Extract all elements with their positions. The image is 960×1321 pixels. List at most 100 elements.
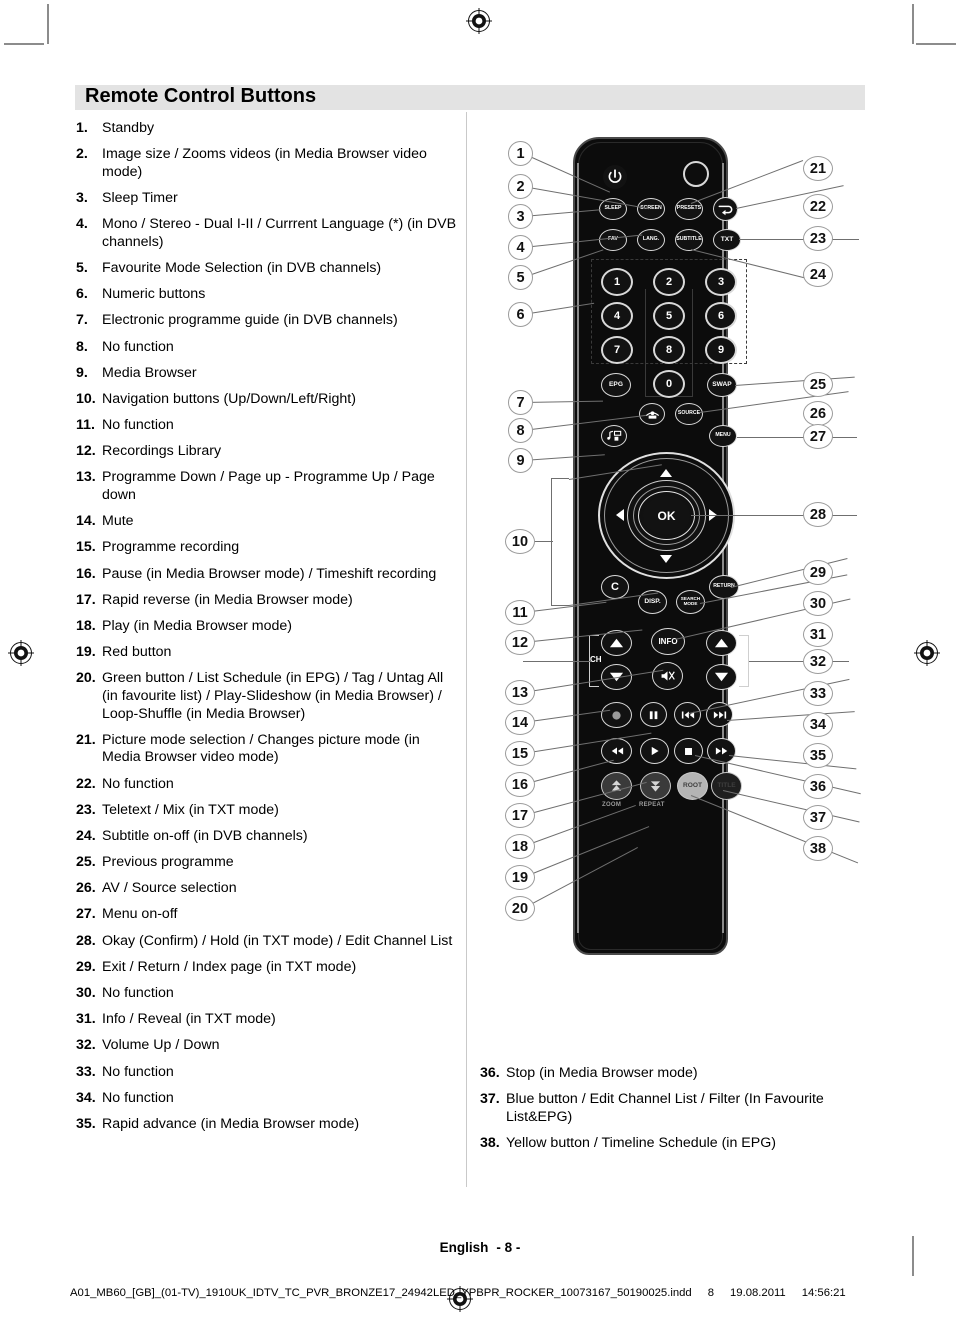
list-item-number: 35. — [76, 1115, 96, 1132]
key-play[interactable] — [640, 738, 669, 764]
list-item-number: 31. — [76, 1011, 96, 1028]
key-ok[interactable]: OK — [643, 496, 690, 535]
key-number-9[interactable]: 9 — [705, 336, 737, 364]
callout-1: 1 — [508, 141, 533, 166]
media-browser-icon — [606, 430, 621, 441]
key-number-8[interactable]: 8 — [653, 336, 685, 364]
list-item: 11. No function — [76, 417, 461, 435]
key-blue-title[interactable]: TITLE — [711, 772, 742, 800]
key-pause[interactable] — [640, 702, 667, 727]
key-previous-programme-top[interactable] — [713, 197, 738, 221]
callout-33: 33 — [803, 681, 833, 706]
key-number-7[interactable]: 7 — [601, 336, 633, 364]
key-number-4[interactable]: 4 — [601, 302, 633, 330]
key-rewind[interactable] — [601, 738, 632, 764]
nav-up-arrow-icon[interactable] — [660, 469, 672, 477]
list-item-number: 10. — [76, 390, 96, 407]
remote-control-diagram: SLEEP SCREEN PRESETS FAV LANG. SUBTITLE … — [495, 125, 895, 965]
volume-label: V — [741, 655, 747, 664]
list-item-text: Electronic programme guide (in DVB chann… — [102, 312, 398, 329]
key-volume-up[interactable] — [706, 630, 737, 656]
callout-38: 38 — [803, 836, 833, 861]
stop-icon — [685, 747, 692, 755]
key-number-0[interactable]: 0 — [653, 370, 685, 398]
list-item-number: 3. — [76, 189, 88, 206]
list-item: 6. Numeric buttons — [76, 286, 461, 304]
list-item-text: No function — [102, 775, 174, 792]
list-item-text: Pause (in Media Browser mode) / Timeshif… — [102, 565, 437, 582]
list-item-number: 33. — [76, 1063, 96, 1080]
key-number-2[interactable]: 2 — [653, 268, 685, 296]
list-item-number: 22. — [76, 775, 96, 792]
pause-icon — [649, 710, 658, 719]
key-favourite[interactable]: FAV — [599, 229, 627, 251]
list-item: 18. Play (in Media Browser mode) — [76, 618, 461, 636]
list-item-number: 37. — [480, 1091, 500, 1108]
list-item-text: No function — [102, 338, 174, 355]
key-mute[interactable] — [652, 662, 683, 690]
imprint-filename: A01_MB60_[GB]_(01-TV)_1910UK_IDTV_TC_PVR… — [70, 1287, 692, 1299]
key-power[interactable] — [603, 165, 627, 189]
key-media-browser[interactable] — [601, 425, 627, 447]
list-item-text: Yellow button / Timeline Schedule (in EP… — [506, 1134, 776, 1151]
callout-32: 32 — [803, 649, 833, 674]
list-item: 35. Rapid advance (in Media Browser mode) — [76, 1116, 461, 1134]
key-swap[interactable]: SWAP — [707, 373, 737, 397]
callout-18: 18 — [505, 834, 535, 859]
nav-left-arrow-icon[interactable] — [616, 509, 624, 521]
key-menu[interactable]: MENU — [709, 425, 737, 447]
list-item-number: 18. — [76, 617, 96, 634]
key-subtitle[interactable]: SUBTITLE — [675, 229, 703, 251]
rewind-icon — [611, 747, 623, 755]
list-item-number: 14. — [76, 513, 96, 530]
key-clear[interactable]: C — [601, 575, 629, 599]
callout-28: 28 — [803, 502, 833, 527]
list-item-number: 26. — [76, 880, 96, 897]
callout-16: 16 — [505, 772, 535, 797]
key-label: ROOT — [682, 781, 703, 789]
key-source[interactable]: SOURCE — [675, 403, 703, 425]
key-number-6[interactable]: 6 — [705, 302, 737, 330]
key-label: SOURCE — [677, 410, 701, 417]
key-record[interactable] — [601, 702, 632, 728]
key-screen[interactable]: SCREEN — [637, 198, 665, 220]
key-teletext[interactable]: TXT — [713, 229, 741, 251]
callout-37: 37 — [803, 805, 833, 830]
double-arrow-down-icon — [650, 781, 661, 792]
key-recordings-library[interactable] — [639, 403, 665, 425]
key-label: EPG — [609, 380, 623, 388]
list-item-number: 15. — [76, 539, 96, 556]
list-item-text: No function — [102, 985, 174, 1001]
key-label: 7 — [613, 343, 621, 356]
list-item-number: 1. — [76, 120, 88, 136]
list-item-number: 6. — [76, 286, 88, 303]
page-title: Remote Control Buttons — [85, 85, 317, 107]
list-item: 21. Picture mode selection / Changes pict… — [76, 732, 461, 767]
ir-window — [683, 161, 709, 187]
key-number-1[interactable]: 1 — [601, 268, 633, 296]
triangle-down-icon — [714, 672, 729, 682]
leader-line — [749, 661, 849, 663]
list-item: 5. Favourite Mode Selection (in DVB chann… — [76, 260, 461, 278]
list-item-number: 21. — [76, 731, 96, 748]
zoom-caption: ZOOM — [602, 802, 622, 808]
list-item: 7. Electronic programme guide (in DVB cha… — [76, 312, 461, 330]
key-epg[interactable]: EPG — [601, 373, 631, 397]
key-number-5[interactable]: 5 — [653, 302, 685, 330]
key-stop[interactable] — [674, 738, 703, 764]
list-item-number: 4. — [76, 216, 88, 233]
key-number-3[interactable]: 3 — [705, 268, 737, 296]
key-green-repeat[interactable] — [640, 772, 671, 800]
key-rapid-reverse-skip[interactable] — [674, 702, 701, 727]
recordings-library-icon — [645, 411, 659, 419]
key-volume-down[interactable] — [706, 664, 737, 690]
button-legend-right-column: 36. Stop (in Media Browser mode) 37. Blue … — [480, 1065, 880, 1161]
list-item: 17. Rapid reverse (in Media Browser mode) — [76, 592, 461, 610]
crop-mark-top-right-vertical — [912, 4, 914, 44]
key-language[interactable]: LANG. — [637, 229, 665, 251]
swap-arrow-icon — [718, 205, 733, 215]
list-item-number: 27. — [76, 906, 96, 923]
list-item-text: Stop (in Media Browser mode) — [506, 1065, 698, 1081]
nav-down-arrow-icon[interactable] — [660, 555, 672, 563]
key-info[interactable]: INFO — [651, 628, 685, 655]
